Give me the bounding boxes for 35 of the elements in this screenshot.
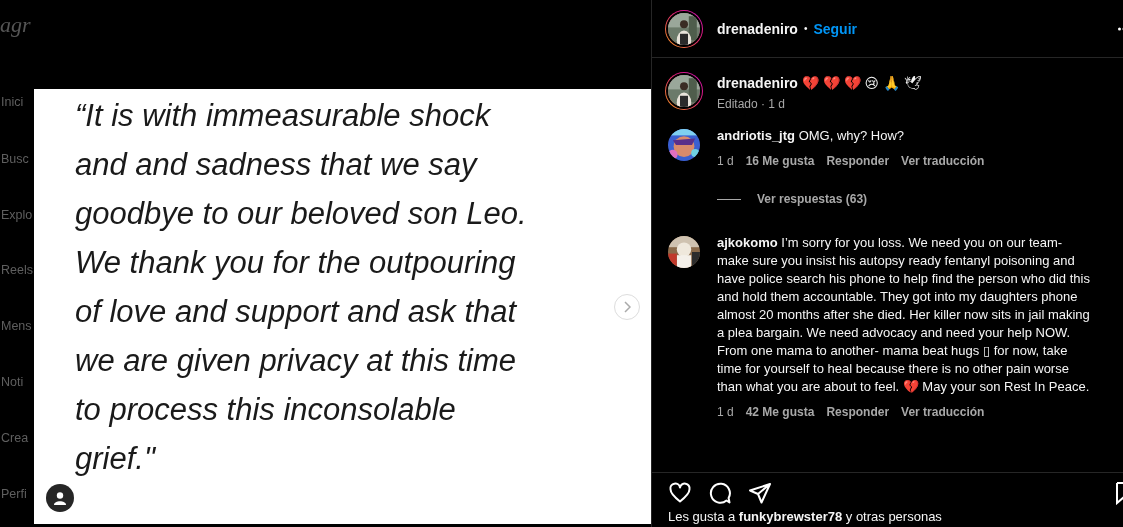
likes-count[interactable]: 16 Me gusta [745, 152, 815, 170]
story-ring[interactable] [665, 72, 703, 110]
nav-item[interactable]: Noti [1, 375, 24, 389]
caption-meta: Editado · 1 d [717, 96, 787, 113]
save-icon[interactable] [1116, 481, 1123, 505]
comment-text: andriotis_jtg OMG, why? How? [717, 127, 906, 145]
share-icon[interactable] [748, 481, 772, 505]
nav-item[interactable]: Crea [1, 431, 29, 445]
comment-text: ajkokomo I’m sorry for you loss. We need you on our team- make sure you insist his autopsy ready fentanyl poisoning and have police search his phone to help find the person who did this and hold them accountable. They got into my daughters phone almost 20 months after she died. Her killer now sits in jail making a plea bargain. We need advocacy and need your help NOW. From one mama to another- mama beat hugs ▯ for now, take time for yourself to heal because there is no other pain worse than what you are about to feel. 💔 May your son Rest In Peace. [717, 234, 1091, 396]
tagged-user-button[interactable] [46, 484, 74, 512]
translate-link[interactable]: Ver traducción [901, 152, 985, 170]
nav-item[interactable]: Explo [1, 208, 33, 222]
user-icon[interactable] [53, 491, 67, 505]
comment-icon[interactable] [708, 481, 732, 505]
likes-count[interactable]: 42 Me gusta [745, 403, 815, 421]
comment-time: 1 d [717, 404, 734, 421]
comment-time: 1 d [717, 153, 734, 170]
username[interactable]: drenadeniro [717, 20, 798, 37]
view-replies-link[interactable]: Ver respuestas (63) [757, 190, 868, 208]
more-options-icon[interactable] [1118, 26, 1123, 31]
reply-link[interactable]: Responder [826, 152, 890, 170]
like-icon[interactable] [668, 481, 692, 505]
nav-item[interactable]: Perfi [1, 487, 27, 501]
story-ring[interactable] [665, 9, 703, 48]
nav-item[interactable]: Busc [1, 152, 29, 166]
nav-item[interactable]: Reels [1, 263, 33, 277]
translate-link[interactable]: Ver traducción [901, 403, 985, 421]
nav-item[interactable]: Mens [1, 319, 32, 333]
quote-text: “It is with immeasurable shock and and sadness that we say goodbye to our beloved son Leo. We thank you for the outpouring of love and support and ask that we are given privacy at this time to process this inconsolable grief." [75, 97, 527, 478]
reply-link[interactable]: Responder [826, 403, 890, 421]
separator-dot: • [803, 23, 808, 34]
caption-text: drenadeniro 💔 💔 💔 😢 🙏 🕊 [717, 74, 923, 92]
nav-item[interactable]: Inici [1, 95, 24, 109]
likes-summary: Les gusta a funkybrewster78 y otras personas [667, 509, 943, 526]
follow-link[interactable]: Seguir [813, 20, 857, 37]
